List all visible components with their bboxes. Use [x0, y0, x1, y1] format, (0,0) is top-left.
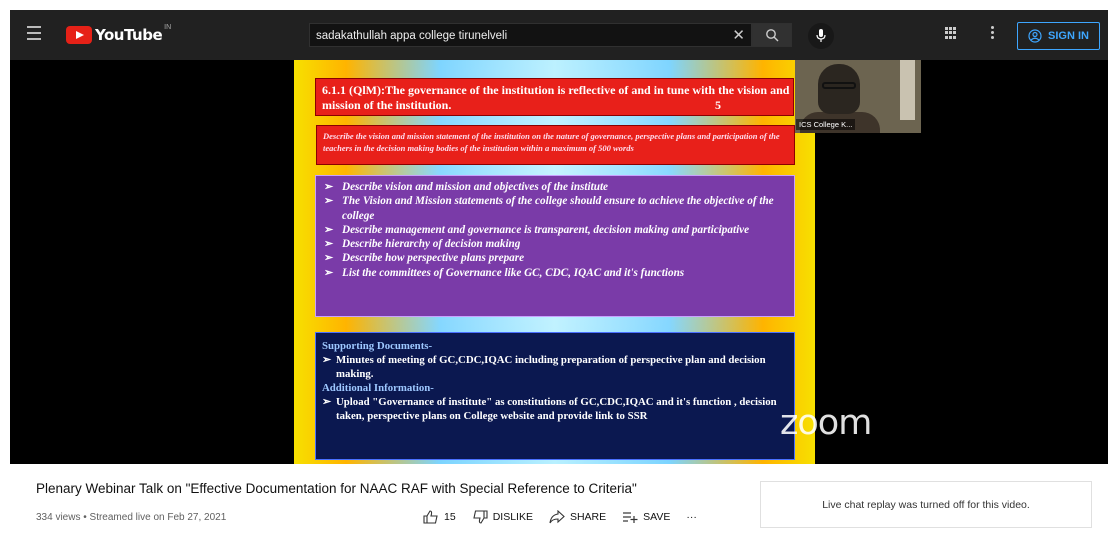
- bullet-text: Describe vision and mission and objectiv…: [342, 181, 609, 193]
- more-actions-button[interactable]: ···: [686, 511, 697, 523]
- slide-documents: Supporting Documents- ➢ Minutes of meetin…: [315, 332, 795, 460]
- arrow-icon: ➢: [324, 266, 334, 279]
- settings-more-icon[interactable]: [991, 26, 994, 39]
- youtube-page: YouTube IN ✕ SIGN IN 6.1.1 (QlM):The gov…: [10, 10, 1108, 535]
- arrow-icon: ➢: [324, 223, 334, 236]
- share-label: SHARE: [569, 511, 607, 523]
- like-button[interactable]: 15: [423, 510, 456, 524]
- supporting-item: ➢ Minutes of meeting of GC,CDC,IQAC inclu…: [322, 353, 788, 381]
- participant-face: [818, 64, 860, 114]
- thumbs-up-icon: [423, 510, 438, 524]
- region-code: IN: [164, 23, 172, 31]
- bullet-item: ➢ Describe hierarchy of decision making: [324, 237, 786, 251]
- search-button[interactable]: [752, 23, 792, 47]
- bullet-item: ➢ The Vision and Mission statements of t…: [324, 194, 786, 223]
- slide-heading: 6.1.1 (QlM):The governance of the instit…: [315, 78, 794, 116]
- play-logo-icon: [66, 26, 92, 44]
- video-title: Plenary Webinar Talk on "Effective Docum…: [36, 481, 637, 496]
- presentation-slide: 6.1.1 (QlM):The governance of the instit…: [294, 60, 815, 464]
- dislike-button[interactable]: DISLIKE: [472, 510, 533, 524]
- save-label: SAVE: [643, 511, 671, 523]
- participant-glasses: [822, 82, 856, 89]
- background-poster: [900, 60, 915, 120]
- participant-video: ICS College K...: [795, 60, 921, 133]
- like-count: 15: [444, 511, 456, 523]
- search-box: ✕: [309, 23, 752, 48]
- video-meta: 334 views • Streamed live on Feb 27, 202…: [36, 512, 227, 523]
- bullet-item: ➢ Describe management and governance is t…: [324, 223, 786, 237]
- sign-in-label: SIGN IN: [1048, 30, 1089, 42]
- share-icon: [549, 510, 565, 524]
- logo-text: YouTube: [95, 26, 163, 44]
- search-icon: [766, 29, 779, 42]
- live-chat-panel: Live chat replay was turned off for this…: [760, 481, 1092, 528]
- participant-name: ICS College K...: [796, 119, 856, 130]
- arrow-icon: ➢: [324, 181, 334, 193]
- supporting-heading: Supporting Documents-: [322, 340, 433, 352]
- slide-description: Describe the vision and mission statemen…: [316, 125, 795, 165]
- arrow-icon: ➢: [324, 195, 334, 208]
- menu-icon[interactable]: [27, 26, 41, 40]
- zoom-watermark: zoom: [780, 403, 872, 443]
- chat-disabled-message: Live chat replay was turned off for this…: [822, 498, 1030, 511]
- slide-bullets: ➢ Describe vision and mission and objecti…: [315, 175, 795, 317]
- video-player[interactable]: 6.1.1 (QlM):The governance of the instit…: [10, 60, 1108, 464]
- supporting-text: Minutes of meeting of GC,CDC,IQAC includ…: [336, 354, 766, 380]
- bullet-item: ➢ Describe vision and mission and objecti…: [324, 180, 786, 194]
- masthead: YouTube IN ✕ SIGN IN: [10, 10, 1108, 60]
- bullet-text: Describe management and governance is tr…: [342, 223, 750, 236]
- share-button[interactable]: SHARE: [549, 510, 606, 524]
- youtube-logo[interactable]: YouTube IN: [66, 23, 172, 45]
- additional-text: Upload "Governance of institute" as cons…: [336, 396, 777, 422]
- bullet-text: Describe hierarchy of decision making: [342, 238, 521, 251]
- arrow-icon: ➢: [324, 252, 334, 265]
- bullet-text: Describe how perspective plans prepare: [342, 252, 525, 265]
- additional-heading: Additional Information-: [322, 382, 434, 394]
- bullet-text: List the committees of Governance like G…: [342, 266, 685, 279]
- slide-heading-marks: 5: [715, 98, 721, 112]
- thumbs-down-icon: [473, 510, 488, 524]
- bullet-item: ➢ Describe how perspective plans prepare: [324, 251, 786, 265]
- sign-in-button[interactable]: SIGN IN: [1017, 22, 1100, 50]
- save-button[interactable]: SAVE: [622, 510, 670, 524]
- clear-icon[interactable]: ✕: [732, 26, 745, 44]
- additional-item: ➢ Upload "Governance of institute" as con…: [322, 395, 788, 423]
- video-actions: 15 DISLIKE SHARE SAVE ···: [423, 510, 713, 524]
- arrow-icon: ➢: [322, 354, 332, 366]
- dislike-label: DISLIKE: [492, 511, 533, 523]
- account-icon: [1028, 29, 1042, 43]
- voice-search-button[interactable]: [808, 23, 834, 49]
- mic-icon: [816, 29, 826, 42]
- bullet-text: The Vision and Mission statements of the…: [342, 195, 774, 222]
- bullet-item: ➢ List the committees of Governance like …: [324, 266, 786, 280]
- more-actions-icon: ···: [686, 511, 697, 523]
- apps-icon[interactable]: [945, 27, 957, 39]
- arrow-icon: ➢: [324, 238, 334, 251]
- search-input[interactable]: [310, 24, 718, 48]
- arrow-icon: ➢: [322, 396, 332, 408]
- playlist-add-icon: [623, 512, 638, 523]
